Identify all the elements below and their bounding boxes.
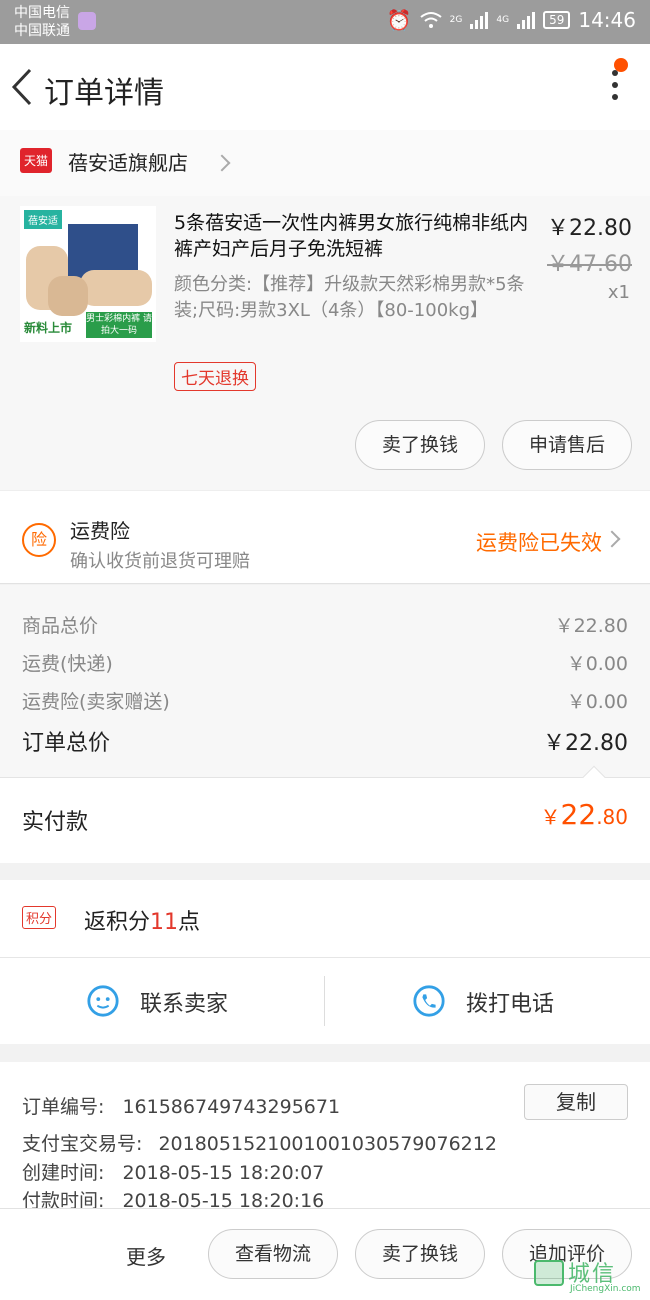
points-badge: 积分 <box>22 906 57 929</box>
carrier-info: 中国电信 中国联通 <box>14 4 70 40</box>
status-bar: 中国电信 中国联通 ⏰ 2G 4G 59 14:46 <box>0 0 650 44</box>
summary-row: 运费险(卖家赠送) ￥0.00 <box>22 687 628 714</box>
points-prefix: 返积分 <box>84 910 151 935</box>
product-attributes: 颜色分类:【推荐】升级款天然彩棉男款*5条装;尺码:男款3XL（4条）【80-1… <box>174 274 525 321</box>
summary-value: ￥22.80 <box>554 615 628 637</box>
order-total-row: 订单总价 ￥22.80 <box>22 725 628 757</box>
order-total-value: ￥22.80 <box>543 731 628 756</box>
paid-label: 实付款 <box>22 810 89 835</box>
insurance-icon: 险 <box>22 523 56 557</box>
view-logistics-button[interactable]: 查看物流 <box>208 1229 338 1279</box>
back-arrow-icon[interactable] <box>8 64 38 110</box>
product-price: ￥22.80 <box>547 216 632 241</box>
alarm-icon: ⏰ <box>386 8 412 32</box>
info-label: 订单编号: <box>22 1096 105 1118</box>
image-new-label: 新料上市 <box>24 321 73 335</box>
created-time: 2018-05-15 18:20:07 <box>122 1162 325 1184</box>
status-icons: ⏰ 2G 4G 59 14:46 <box>387 8 636 32</box>
created-time-row: 创建时间: 2018-05-15 18:20:07 <box>22 1158 324 1185</box>
product-image[interactable]: 蓓安适 新料上市 男士彩棉内裤 请拍大一码 <box>20 206 156 342</box>
wifi-icon <box>420 12 442 28</box>
network-type-1: 2G <box>449 15 463 25</box>
alipay-number: 2018051521001001030579076212 <box>158 1133 497 1155</box>
notification-dot <box>614 58 628 72</box>
summary-value: ￥0.00 <box>566 691 628 713</box>
insurance-status: 运费险已失效 <box>476 531 602 555</box>
nav-header: 订单详情 <box>0 44 650 130</box>
paid-decimal: .80 <box>596 805 628 829</box>
phone-icon[interactable] <box>412 984 446 1018</box>
chevron-right-icon <box>213 154 231 172</box>
more-menu-icon[interactable] <box>610 70 620 106</box>
summary-row: 商品总价 ￥22.80 <box>22 611 628 638</box>
sell-button-bottom[interactable]: 卖了换钱 <box>355 1229 485 1279</box>
carrier-1: 中国电信 <box>14 5 70 21</box>
bottom-action-bar: 更多 查看物流 卖了换钱 追加评价 城信 JiChengXin.com <box>0 1208 650 1300</box>
price-summary: 商品总价 ￥22.80 运费(快递) ￥0.00 运费险(卖家赠送) ￥0.00… <box>0 585 650 777</box>
battery-icon: 59 <box>543 11 571 29</box>
watermark-domain: JiChengXin.com <box>570 1284 641 1294</box>
order-info: 订单编号: 161586749743295671 复制 支付宝交易号: 2018… <box>0 1062 650 1212</box>
chat-icon[interactable] <box>86 984 120 1018</box>
app-notification-icon <box>78 12 96 30</box>
return-policy-tag: 七天退换 <box>174 362 256 391</box>
shop-name: 蓓安适旗舰店 <box>68 151 188 175</box>
currency-symbol: ￥ <box>540 805 561 829</box>
insurance-title: 运费险 <box>70 519 130 543</box>
image-brand: 蓓安适 <box>24 210 62 229</box>
more-button[interactable]: 更多 <box>126 1241 166 1270</box>
order-number: 161586749743295671 <box>122 1096 341 1118</box>
sell-button[interactable]: 卖了换钱 <box>355 420 485 470</box>
clock: 14:46 <box>578 8 636 32</box>
summary-label: 商品总价 <box>22 615 99 637</box>
summary-row: 运费(快递) ￥0.00 <box>22 649 628 676</box>
paid-integer: 22 <box>560 798 597 831</box>
watermark: 城信 JiChengXin.com <box>534 1256 646 1296</box>
network-type-2: 4G <box>496 15 510 25</box>
signal-icon-2 <box>517 11 536 29</box>
page-title: 订单详情 <box>44 76 164 111</box>
carrier-2: 中国联通 <box>14 23 70 39</box>
order-total-label: 订单总价 <box>22 731 111 756</box>
points-count: 11 <box>150 910 179 935</box>
watermark-logo-icon <box>534 1260 564 1286</box>
tmall-badge: 天猫 <box>20 148 53 173</box>
info-label: 支付宝交易号: <box>22 1133 143 1155</box>
contact-bar: 联系卖家 拨打电话 <box>0 958 650 1044</box>
paid-amount-row: 实付款 ￥22.80 <box>0 765 650 863</box>
product-original-price: ￥47.60 <box>547 252 632 277</box>
info-label: 创建时间: <box>22 1162 105 1184</box>
divider <box>324 976 325 1026</box>
shipping-insurance-row[interactable]: 险 运费险 确认收货前退货可理赔 运费险已失效 <box>0 490 650 584</box>
summary-value: ￥0.00 <box>566 653 628 675</box>
alipay-number-row: 支付宝交易号: 2018051521001001030579076212 <box>22 1129 497 1156</box>
product-title[interactable]: 5条蓓安适一次性内裤男女旅行纯棉非纸内裤产妇产后月子免洗短裤 <box>174 210 536 262</box>
call-phone-button[interactable]: 拨打电话 <box>466 986 554 1018</box>
summary-label: 运费(快递) <box>22 653 113 675</box>
chevron-right-icon <box>603 530 621 548</box>
signal-icon-1 <box>470 11 489 29</box>
copy-button[interactable]: 复制 <box>524 1084 628 1120</box>
points-text: 返积分11点 <box>84 904 200 936</box>
contact-seller-button[interactable]: 联系卖家 <box>140 986 228 1018</box>
points-suffix: 点 <box>178 910 201 935</box>
insurance-subtitle: 确认收货前退货可理赔 <box>70 551 250 572</box>
image-tag: 男士彩棉内裤 请拍大一码 <box>86 312 152 338</box>
summary-label: 运费险(卖家赠送) <box>22 691 170 713</box>
paid-amount: ￥22.80 <box>541 798 628 831</box>
points-row: 积分 返积分11点 <box>0 880 650 958</box>
order-number-row: 订单编号: 161586749743295671 <box>22 1092 340 1119</box>
shop-row[interactable]: 天猫 蓓安适旗舰店 <box>0 130 650 196</box>
product-card: 蓓安适 新料上市 男士彩棉内裤 请拍大一码 5条蓓安适一次性内裤男女旅行纯棉非纸… <box>0 196 650 490</box>
product-quantity: x1 <box>607 282 630 303</box>
after-sale-button[interactable]: 申请售后 <box>502 420 632 470</box>
